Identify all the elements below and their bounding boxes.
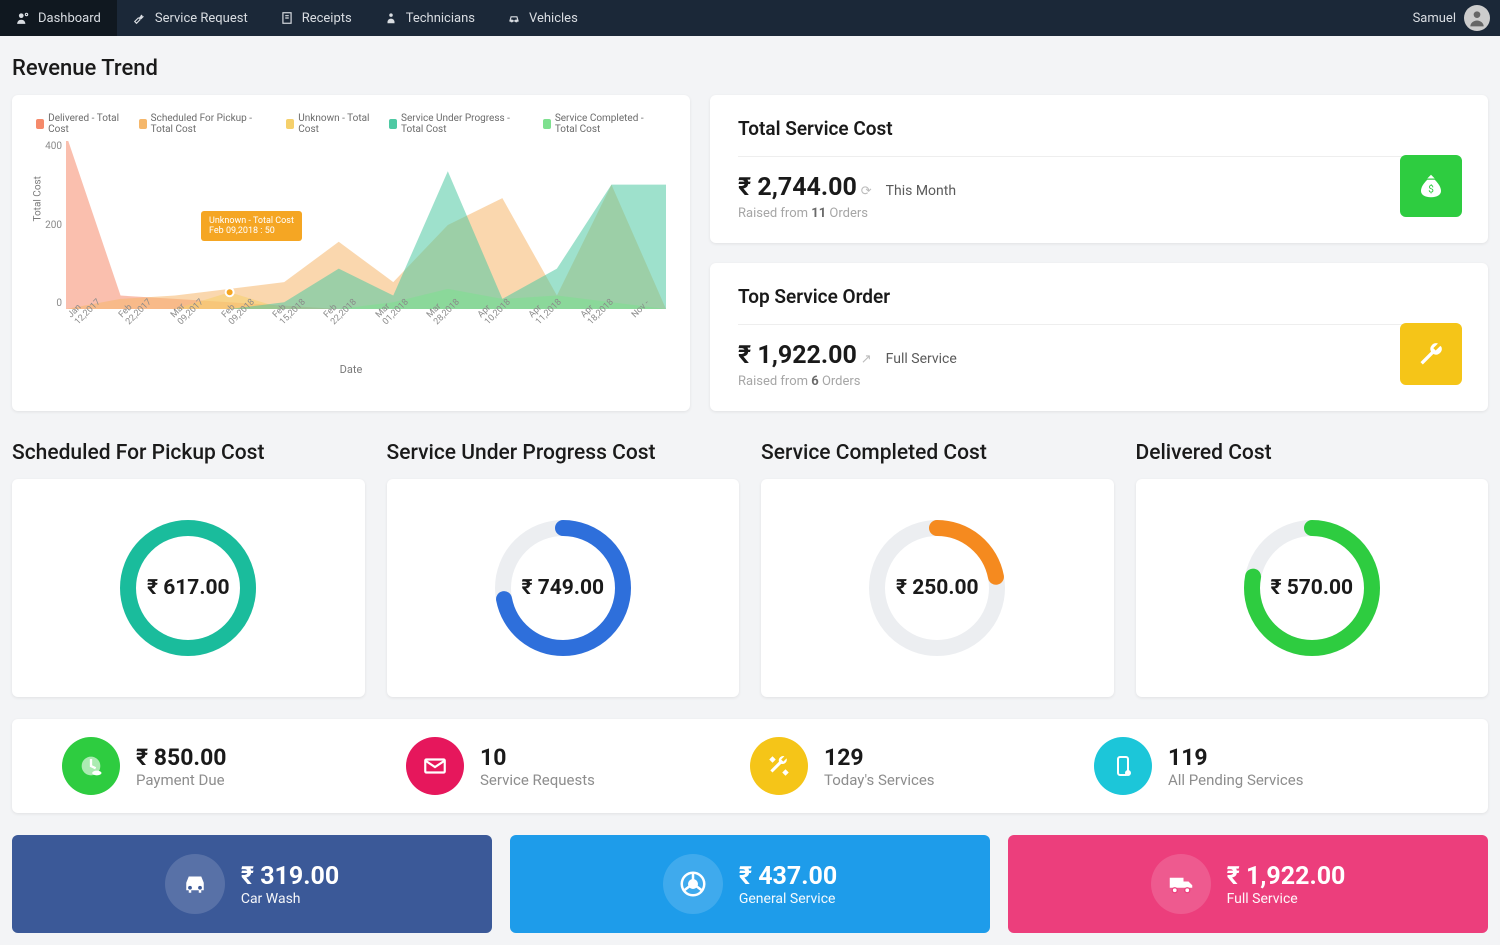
mail-icon (406, 737, 464, 795)
kpi-row: ₹ 850.00 Payment Due 10 Service Requests… (12, 719, 1488, 813)
receipt-icon (280, 11, 294, 25)
top-service-order-card: Top Service Order ₹ 1,922.00 ↗ Full Serv… (710, 263, 1488, 411)
revenue-trend-title: Revenue Trend (12, 56, 1488, 81)
card-title: Total Service Cost (738, 117, 1460, 157)
legend-label: Delivered - Total Cost (48, 113, 124, 135)
gauge-card-3: ₹ 570.00 (1136, 479, 1489, 697)
tile-label: Car Wash (241, 891, 339, 907)
car-icon (165, 854, 225, 914)
kpi-0[interactable]: ₹ 850.00 Payment Due (62, 737, 406, 795)
tile-value: ₹ 437.00 (739, 862, 837, 891)
tile-label: General Service (739, 891, 837, 907)
x-ticks: Jan 12,2017Feb 22,2017Mar 09,2017Feb 09,… (66, 313, 666, 333)
user-icon (16, 11, 30, 25)
tile-full-service[interactable]: ₹ 1,922.00 Full Service (1008, 835, 1488, 933)
gauge-value: ₹ 570.00 (1270, 576, 1353, 600)
service-tag: Full Service (886, 351, 957, 367)
total-service-value: ₹ 2,744.00 (738, 173, 857, 202)
top-order-value: ₹ 1,922.00 (738, 341, 857, 370)
nav-dashboard[interactable]: Dashboard (0, 0, 117, 36)
gauge-title: Scheduled For Pickup Cost (12, 441, 365, 465)
kpi-value: 129 (824, 744, 935, 771)
tile-value: ₹ 1,922.00 (1227, 862, 1346, 891)
nav-service-request[interactable]: Service Request (117, 0, 264, 36)
kpi-2[interactable]: 129 Today's Services (750, 737, 1094, 795)
tile-label: Full Service (1227, 891, 1346, 907)
revenue-chart-card: Delivered - Total Cost Scheduled For Pic… (12, 95, 690, 411)
tools-icon (750, 737, 808, 795)
kpi-value: ₹ 850.00 (136, 744, 226, 771)
nav-technicians[interactable]: Technicians (368, 0, 491, 36)
user-name[interactable]: Samuel (1413, 11, 1456, 26)
kpi-3[interactable]: 119 All Pending Services (1094, 737, 1438, 795)
x-axis-label: Date (36, 363, 666, 376)
gauge-card-1: ₹ 749.00 (387, 479, 740, 697)
nav-label: Technicians (406, 11, 475, 26)
tile-general-service[interactable]: ₹ 437.00 General Service (510, 835, 990, 933)
total-service-cost-card: Total Service Cost ₹ 2,744.00 ⟳ This Mon… (710, 95, 1488, 243)
nav-vehicles[interactable]: Vehicles (491, 0, 594, 36)
area-chart-svg (66, 141, 666, 309)
card-title: Top Service Order (738, 285, 1460, 325)
avatar[interactable] (1464, 5, 1490, 31)
top-navbar: Dashboard Service Request Receipts Techn… (0, 0, 1500, 36)
stat-subtitle: Raised from 6 Orders (738, 374, 1460, 389)
gauge-card-2: ₹ 250.00 (761, 479, 1114, 697)
tile-car-wash[interactable]: ₹ 319.00 Car Wash (12, 835, 492, 933)
money-bag-icon: $ (1400, 155, 1462, 217)
kpi-label: Today's Services (824, 771, 935, 789)
kpi-value: 10 (480, 744, 595, 771)
person-icon (384, 11, 398, 25)
truck-icon (1151, 854, 1211, 914)
legend-label: Scheduled For Pickup - Total Cost (151, 113, 273, 135)
nav-label: Vehicles (529, 11, 578, 26)
svg-text:$: $ (1428, 182, 1434, 195)
gauge-card-0: ₹ 617.00 (12, 479, 365, 697)
nav-receipts[interactable]: Receipts (264, 0, 368, 36)
car-icon (507, 11, 521, 25)
stat-subtitle: Raised from 11 Orders (738, 206, 1460, 221)
refresh-icon[interactable]: ⟳ (861, 184, 872, 199)
chart-plot-area[interactable]: Total Cost 4002000 Unknown - Total CostF… (66, 141, 666, 331)
wheel-icon (663, 854, 723, 914)
device-icon (1094, 737, 1152, 795)
legend-label: Service Under Progress - Total Cost (401, 113, 529, 135)
chart-legend: Delivered - Total Cost Scheduled For Pic… (36, 113, 666, 135)
gauge-title: Delivered Cost (1136, 441, 1489, 465)
wrench-icon (1400, 323, 1462, 385)
y-ticks: 4002000 (40, 141, 62, 309)
nav-label: Service Request (155, 11, 248, 26)
wrench-icon (133, 11, 147, 25)
gauge-title: Service Completed Cost (761, 441, 1114, 465)
gauge-value: ₹ 749.00 (521, 576, 604, 600)
kpi-label: Payment Due (136, 771, 226, 789)
kpi-1[interactable]: 10 Service Requests (406, 737, 750, 795)
chart-tooltip: Unknown - Total CostFeb 09,2018 : 50 (201, 211, 302, 241)
legend-label: Unknown - Total Cost (298, 113, 375, 135)
nav-label: Receipts (302, 11, 352, 26)
kpi-value: 119 (1168, 744, 1303, 771)
gauge-value: ₹ 250.00 (896, 576, 979, 600)
kpi-label: All Pending Services (1168, 771, 1303, 789)
gauge-value: ₹ 617.00 (147, 576, 230, 600)
legend-label: Service Completed - Total Cost (555, 113, 666, 135)
gauge-title: Service Under Progress Cost (387, 441, 740, 465)
tile-value: ₹ 319.00 (241, 862, 339, 891)
coins-icon (62, 737, 120, 795)
arrow-up-icon: ↗ (861, 352, 872, 367)
period-tag: This Month (886, 183, 956, 199)
nav-label: Dashboard (38, 11, 101, 26)
kpi-label: Service Requests (480, 771, 595, 789)
